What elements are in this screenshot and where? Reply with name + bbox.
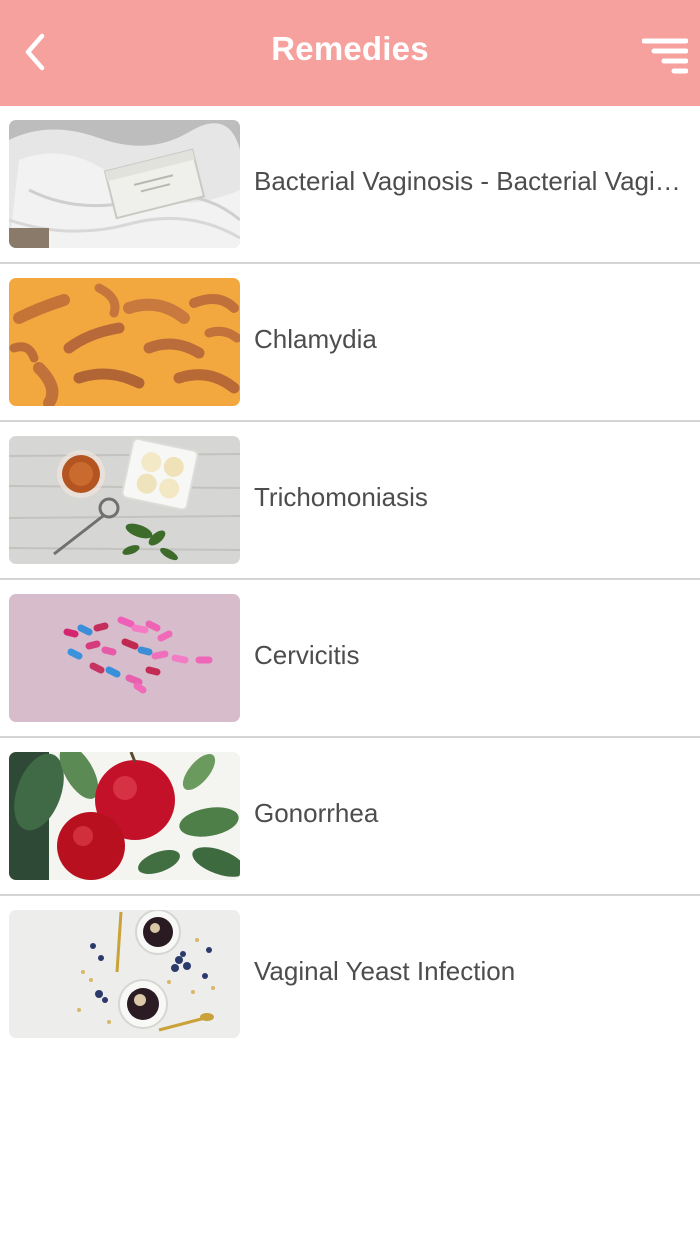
list-item[interactable]: Trichomoniasis [0, 422, 700, 580]
app-header: Remedies [0, 0, 700, 106]
turmeric-image [9, 278, 240, 406]
pills-image [9, 594, 240, 722]
remedy-label: Chlamydia [254, 324, 377, 354]
remedy-label: Cervicitis [254, 640, 360, 670]
apples-image [9, 752, 240, 880]
remedy-label: Trichomoniasis [254, 482, 428, 512]
remedies-screen: Remedies Bacterial Vaginosis - Bacterial… [0, 0, 700, 1244]
list-item[interactable]: Chlamydia [0, 264, 700, 422]
filter-button[interactable] [642, 36, 688, 76]
list-item[interactable]: Gonorrhea [0, 738, 700, 896]
dessert-cups-image [9, 910, 240, 1038]
remedy-label: Bacterial Vaginosis - Bacterial Vaginosi… [254, 166, 694, 196]
page-title: Remedies [271, 30, 429, 67]
soap-bar-image [9, 120, 240, 248]
remedy-thumbnail [9, 752, 240, 880]
remedy-thumbnail [9, 436, 240, 564]
remedy-thumbnail [9, 120, 240, 248]
remedy-thumbnail [9, 278, 240, 406]
remedy-thumbnail [9, 910, 240, 1038]
remedy-label: Gonorrhea [254, 798, 379, 828]
remedy-thumbnail [9, 594, 240, 722]
filter-lines-icon [642, 38, 688, 74]
remedy-label: Vaginal Yeast Infection [254, 956, 516, 986]
remedies-list: Bacterial Vaginosis - Bacterial Vaginosi… [0, 106, 700, 1052]
list-item[interactable]: Cervicitis [0, 580, 700, 738]
tea-cream-image [9, 436, 240, 564]
list-item[interactable]: Bacterial Vaginosis - Bacterial Vaginosi… [0, 106, 700, 264]
list-item[interactable]: Vaginal Yeast Infection [0, 896, 700, 1052]
